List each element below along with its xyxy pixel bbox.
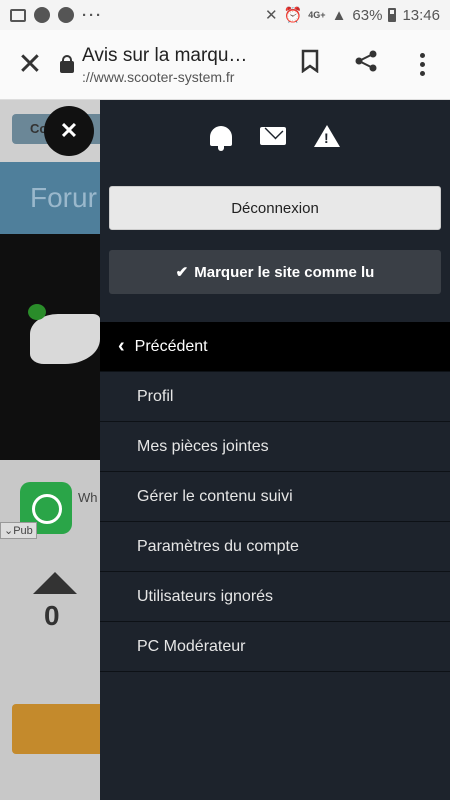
menu-list: ‹ Précédent Profil Mes pièces jointes Gé… [100,322,450,672]
menu-item-label: Utilisateurs ignorés [137,587,274,605]
menu-back-label: Précédent [134,337,208,355]
mail-icon[interactable] [260,127,286,145]
lock-icon [60,54,74,73]
close-icon: ✕ [59,118,79,143]
menu-item-label: PC Modérateur [137,637,246,655]
bell-icon[interactable] [210,126,232,151]
chevron-left-icon: ‹ [118,335,125,357]
face-icon [34,7,50,23]
menu-item-label: Gérer le contenu suivi [137,487,293,505]
browser-toolbar: ✕ Avis sur la marqu… ://www.scooter-syst… [0,30,450,100]
battery-icon [388,8,397,22]
menu-item-moderator[interactable]: PC Modérateur [100,622,450,672]
menu-item-watched-content[interactable]: Gérer le contenu suivi [100,472,450,522]
menu-item-account-settings[interactable]: Paramètres du compte [100,522,450,572]
pub-label: ⌄Pub [0,522,37,539]
upvote-icon [33,572,77,594]
image-icon [10,8,26,22]
background-button [12,704,100,754]
forum-header: Forur [0,162,100,234]
mark-read-label: Marquer le site comme lu [194,263,375,281]
check-icon: ✔ [175,264,189,281]
signal-icon: ▲ [331,6,347,24]
status-bar: ··· ✕ ⏰ 4G+ ▲ 63% 13:46 [0,0,450,30]
page-url: ://www.scooter-system.fr [82,68,235,85]
mark-read-button[interactable]: ✔ Marquer le site comme lu [109,250,441,294]
banner-green-splash [28,304,46,320]
ad-app-name: Wh [78,490,98,505]
share-icon[interactable] [338,49,394,80]
page-title: Avis sur la marqu… [82,44,248,66]
menu-item-attachments[interactable]: Mes pièces jointes [100,422,450,472]
menu-icon-bar [100,100,450,172]
face-icon [58,7,74,23]
vote-count: 0 [44,600,60,631]
alarm-icon: ⏰ [283,7,303,24]
background-page: Co Forur Wh ⌄Pub 0 [0,100,100,800]
ad-area: Wh ⌄Pub 0 [0,460,100,800]
close-menu-button[interactable]: ✕ [44,106,94,156]
status-left-icons: ··· [10,7,103,24]
bookmark-icon[interactable] [282,49,338,80]
banner-graphic [30,314,100,364]
menu-item-label: Paramètres du compte [137,537,299,555]
mute-icon: ✕ [265,7,278,24]
logout-button[interactable]: Déconnexion [109,186,441,230]
clock: 13:46 [402,6,440,24]
battery-percent: 63% [352,6,383,24]
side-menu: Déconnexion ✔ Marquer le site comme lu ‹… [100,100,450,800]
network-type: 4G+ [308,10,326,20]
overflow-menu-icon[interactable] [394,53,450,76]
menu-back-item[interactable]: ‹ Précédent [100,322,450,372]
url-area[interactable]: Avis sur la marqu… ://www.scooter-system… [82,45,282,85]
menu-item-ignored-users[interactable]: Utilisateurs ignorés [100,572,450,622]
banner-image [0,234,100,460]
status-right: ✕ ⏰ 4G+ ▲ 63% 13:46 [265,6,440,25]
menu-item-profil[interactable]: Profil [100,372,450,422]
more-dots-icon: ··· [82,6,103,24]
menu-item-label: Mes pièces jointes [137,437,269,455]
warning-icon[interactable] [314,125,340,147]
close-tab-icon[interactable]: ✕ [0,47,60,82]
menu-item-label: Profil [137,387,174,405]
